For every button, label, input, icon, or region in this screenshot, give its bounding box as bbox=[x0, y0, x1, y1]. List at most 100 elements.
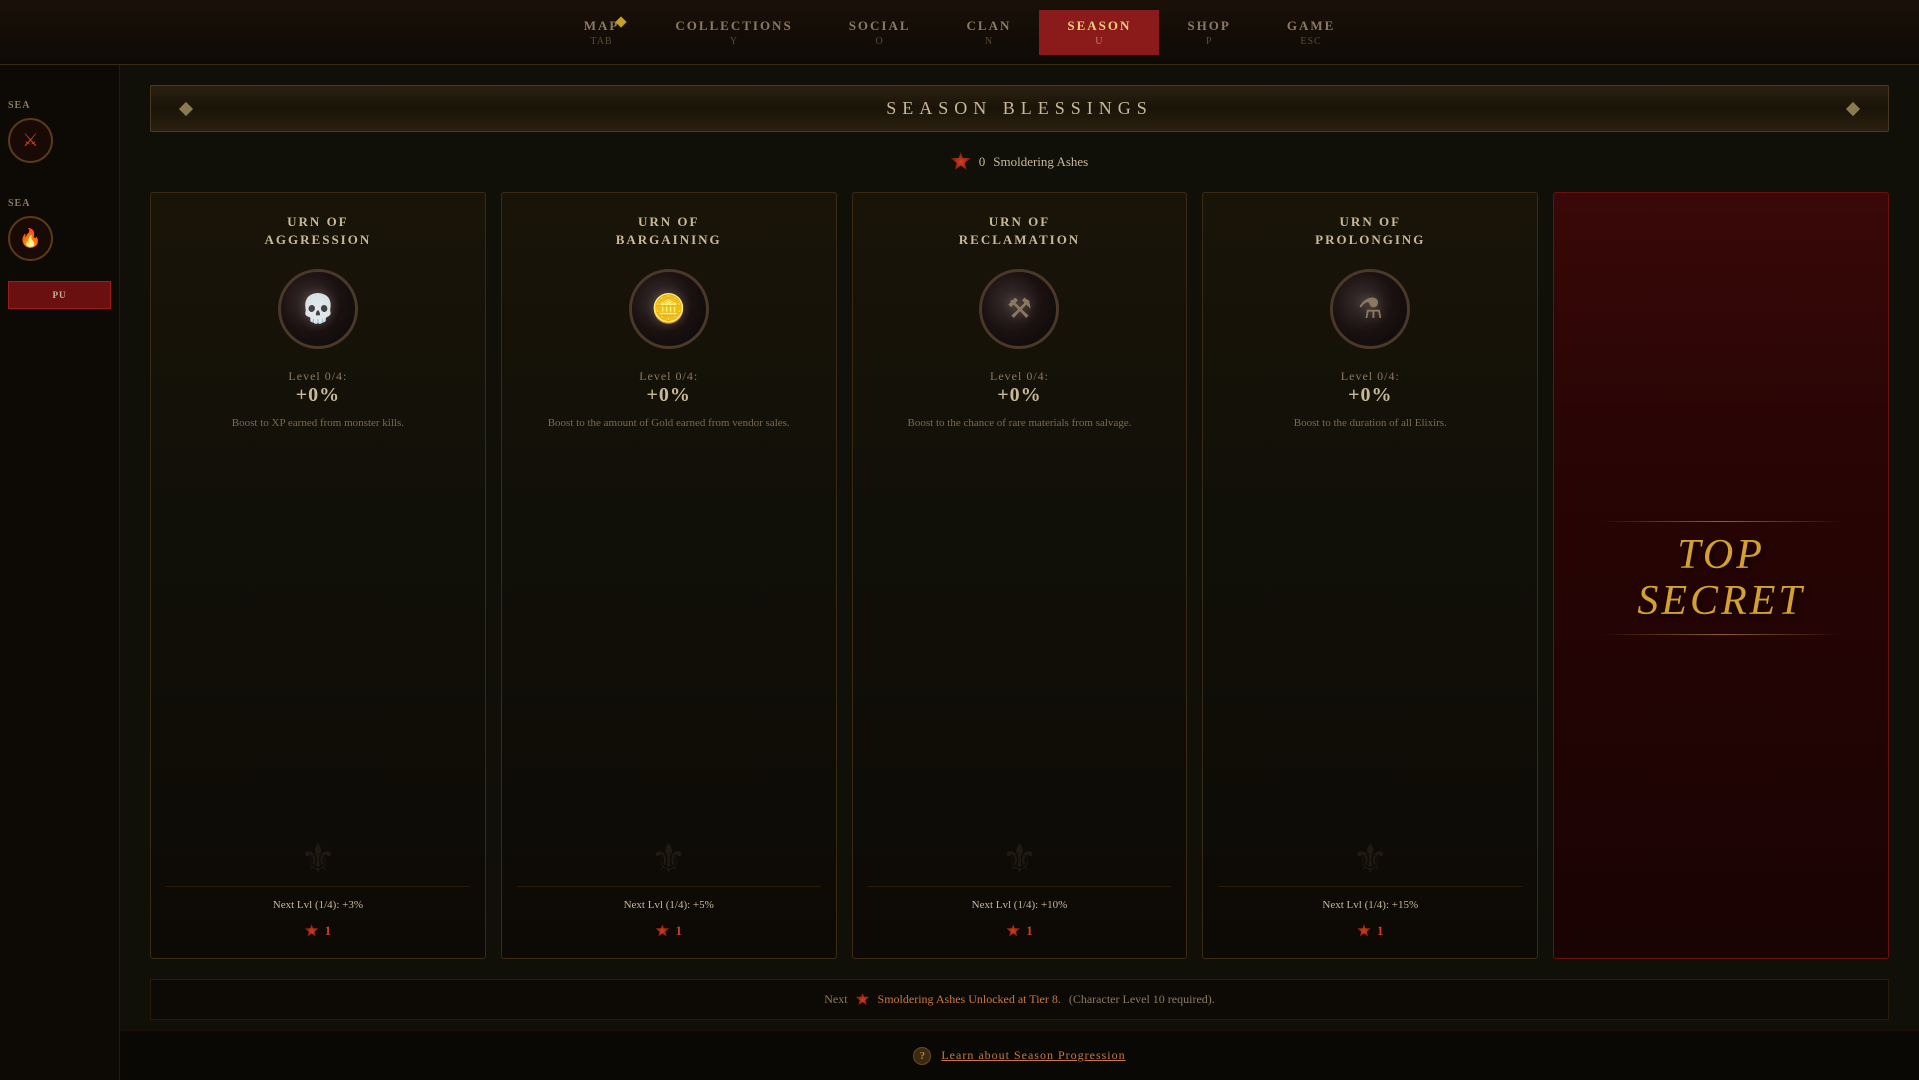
nav-shop[interactable]: SHOP P bbox=[1159, 10, 1258, 55]
nav-map-key: TAB bbox=[590, 36, 612, 47]
aggression-cost: 1 bbox=[325, 923, 332, 939]
prolonging-upgrade-btn[interactable]: 1 bbox=[1349, 919, 1392, 943]
bargaining-upgrade-btn[interactable]: 1 bbox=[647, 919, 690, 943]
bargaining-cost: 1 bbox=[675, 923, 682, 939]
top-navigation: MAP TAB COLLECTIONS Y SOCIAL O CLAN N SE… bbox=[0, 0, 1919, 65]
sidebar-label-2: SEA bbox=[8, 198, 30, 209]
aggression-bonus: +0% bbox=[288, 384, 347, 407]
bargaining-desc: Boost to the amount of Gold earned from … bbox=[548, 415, 790, 871]
aggression-urn: 💀 bbox=[273, 264, 363, 354]
sidebar-label-1: SEA bbox=[8, 100, 30, 111]
secret-divider-bottom bbox=[1600, 634, 1843, 635]
header-diamond-right bbox=[1846, 101, 1860, 115]
blessing-card-secret: TOP SECRET bbox=[1553, 192, 1889, 959]
blessing-card-reclamation[interactable]: URN OF RECLAMATION ⚒ Level 0/4: +0% Boos… bbox=[852, 192, 1188, 959]
reclamation-desc: Boost to the chance of rare materials fr… bbox=[908, 415, 1132, 871]
aggression-level-text: Level 0/4: bbox=[288, 369, 347, 384]
season-panel: SEASON BLESSINGS 0 Smoldering Ashes URN … bbox=[120, 65, 1919, 1080]
secret-divider-top bbox=[1600, 521, 1843, 522]
blessing-card-aggression[interactable]: URN OF AGGRESSION 💀 Level 0/4: +0% Boost… bbox=[150, 192, 486, 959]
bargaining-level: Level 0/4: +0% bbox=[639, 369, 698, 407]
prolonging-wing-deco: ⚜ bbox=[1203, 828, 1537, 888]
nav-clan-label: CLAN bbox=[967, 18, 1012, 34]
nav-clan[interactable]: CLAN N bbox=[939, 10, 1040, 55]
reclamation-next-lvl: Next Lvl (1/4): +10% bbox=[972, 899, 1068, 911]
blessing-card-bargaining[interactable]: URN OF BARGAINING 🪙 Level 0/4: +0% Boost… bbox=[501, 192, 837, 959]
nav-map[interactable]: MAP TAB bbox=[556, 10, 648, 55]
prolonging-desc: Boost to the duration of all Elixirs. bbox=[1294, 415, 1447, 871]
nav-game-label: GAME bbox=[1287, 18, 1335, 34]
aggression-title: URN OF AGGRESSION bbox=[265, 213, 372, 249]
sidebar-button[interactable]: PU bbox=[8, 281, 111, 309]
bottom-next-label: Next bbox=[824, 992, 847, 1007]
sidebar-item-1[interactable]: SEA ⚔ bbox=[0, 85, 119, 173]
panel-title: SEASON BLESSINGS bbox=[191, 98, 1848, 119]
sidebar-item-2[interactable]: SEA 🔥 bbox=[0, 183, 119, 271]
aggression-wing-deco: ⚜ bbox=[151, 828, 485, 888]
help-icon: ? bbox=[913, 1047, 931, 1065]
ash-cost-icon-1 bbox=[305, 924, 319, 938]
bargaining-urn: 🪙 bbox=[624, 264, 714, 354]
aggression-level: Level 0/4: +0% bbox=[288, 369, 347, 407]
bottom-info-bar: Next Smoldering Ashes Unlocked at Tier 8… bbox=[150, 979, 1889, 1020]
ash-cost-icon-2 bbox=[655, 924, 669, 938]
reclamation-title: URN OF RECLAMATION bbox=[959, 213, 1080, 249]
prolonging-urn: ⚗ bbox=[1325, 264, 1415, 354]
prolonging-next-lvl: Next Lvl (1/4): +15% bbox=[1322, 899, 1418, 911]
aggression-bottom: Next Lvl (1/4): +3% 1 bbox=[166, 886, 470, 943]
nav-collections[interactable]: COLLECTIONS Y bbox=[647, 10, 820, 55]
prolonging-urn-shape: ⚗ bbox=[1330, 269, 1410, 349]
nav-map-label: MAP bbox=[584, 18, 620, 34]
nav-social-label: SOCIAL bbox=[849, 18, 911, 34]
bottom-suffix-text: (Character Level 10 required). bbox=[1069, 992, 1215, 1007]
nav-shop-label: SHOP bbox=[1187, 18, 1230, 34]
aggression-desc: Boost to XP earned from monster kills. bbox=[232, 415, 404, 871]
nav-clan-key: N bbox=[985, 36, 993, 47]
sidebar-icon-2: 🔥 bbox=[8, 216, 53, 261]
aggression-urn-shape: 💀 bbox=[278, 269, 358, 349]
skull-icon: 💀 bbox=[300, 292, 335, 326]
nav-collections-label: COLLECTIONS bbox=[675, 18, 792, 34]
bargaining-next-lvl: Next Lvl (1/4): +5% bbox=[624, 899, 714, 911]
nav-game[interactable]: GAME ESC bbox=[1259, 10, 1363, 55]
bargaining-bonus: +0% bbox=[639, 384, 698, 407]
main-content: SEA ⚔ SEA 🔥 PU SEASON BLESSINGS 0 Smolde… bbox=[0, 65, 1919, 1080]
bargaining-urn-shape: 🪙 bbox=[629, 269, 709, 349]
coin-icon: 🪙 bbox=[651, 292, 686, 326]
bottom-ashes-icon bbox=[856, 993, 870, 1007]
aggression-upgrade-btn[interactable]: 1 bbox=[297, 919, 340, 943]
sidebar-btn-label: PU bbox=[53, 290, 67, 300]
bargaining-level-text: Level 0/4: bbox=[639, 369, 698, 384]
prolonging-title: URN OF PROLONGING bbox=[1315, 213, 1425, 249]
prolonging-cost: 1 bbox=[1377, 923, 1384, 939]
prolonging-bottom: Next Lvl (1/4): +15% 1 bbox=[1218, 886, 1522, 943]
reclamation-upgrade-btn[interactable]: 1 bbox=[998, 919, 1041, 943]
reclamation-level-text: Level 0/4: bbox=[990, 369, 1049, 384]
ashes-bar: 0 Smoldering Ashes bbox=[150, 152, 1889, 172]
reclamation-bonus: +0% bbox=[990, 384, 1049, 407]
blessings-grid: URN OF AGGRESSION 💀 Level 0/4: +0% Boost… bbox=[150, 192, 1889, 959]
ashes-label: Smoldering Ashes bbox=[993, 154, 1088, 170]
reclamation-level: Level 0/4: +0% bbox=[990, 369, 1049, 407]
bargaining-bottom: Next Lvl (1/4): +5% 1 bbox=[517, 886, 821, 943]
ash-cost-icon-3 bbox=[1006, 924, 1020, 938]
reclamation-urn: ⚒ bbox=[974, 264, 1064, 354]
nav-social-key: O bbox=[876, 36, 884, 47]
nav-social[interactable]: SOCIAL O bbox=[821, 10, 939, 55]
nav-season-label: SEASON bbox=[1067, 18, 1131, 34]
panel-header: SEASON BLESSINGS bbox=[150, 85, 1889, 132]
ashes-count: 0 bbox=[979, 154, 986, 170]
prolonging-bonus: +0% bbox=[1341, 384, 1400, 407]
fire-icon: 🔥 bbox=[19, 228, 41, 249]
nav-game-key: ESC bbox=[1300, 36, 1321, 47]
blessing-card-prolonging[interactable]: URN OF PROLONGING ⚗ Level 0/4: +0% Boost… bbox=[1202, 192, 1538, 959]
aggression-next-lvl: Next Lvl (1/4): +3% bbox=[273, 899, 363, 911]
ashes-icon bbox=[951, 152, 971, 172]
top-secret-text: TOP SECRET bbox=[1637, 532, 1804, 624]
reclamation-wing-deco: ⚜ bbox=[853, 828, 1187, 888]
help-link[interactable]: Learn about Season Progression bbox=[941, 1048, 1125, 1063]
sidebar-icon-1: ⚔ bbox=[8, 118, 53, 163]
nav-season[interactable]: SEASON U bbox=[1039, 10, 1159, 55]
nav-season-key: U bbox=[1095, 36, 1103, 47]
reclamation-cost: 1 bbox=[1026, 923, 1033, 939]
